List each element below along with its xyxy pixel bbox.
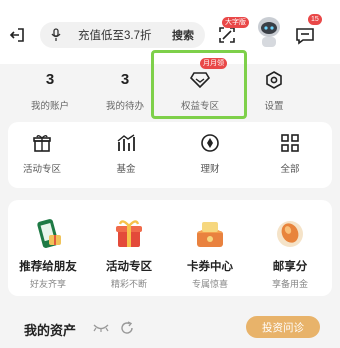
investment-button-label: 投资问诊 [262,321,304,334]
promo-recommend-friend[interactable]: 推荐给朋友 好友齐享 [10,216,86,290]
promotions-card: 推荐给朋友 好友齐享 活动专区 精彩不断 卡券中心 专属惊喜 邮享分 享备用金 [8,200,332,296]
stat-my-account[interactable]: 3 我的账户 [20,70,80,112]
stat-label: 设置 [264,101,284,112]
promo-subtitle: 好友齐享 [29,279,66,289]
promo-subtitle: 享备用金 [271,279,308,289]
stat-settings[interactable]: 设置 [244,70,304,112]
services-card: 活动专区 基金 理财 全部 [8,122,332,188]
stat-my-todo[interactable]: 3 我的待办 [95,70,155,112]
gift-icon [12,132,72,154]
stat-label: 我的待办 [105,101,144,112]
grid-icon [260,132,320,154]
service-all[interactable]: 全部 [260,132,320,175]
service-label: 基金 [116,164,136,175]
service-fund[interactable]: 基金 [96,132,156,175]
stat-value: 3 [120,71,130,88]
promo-coupon-center[interactable]: 卡券中心 专属惊喜 [172,216,248,290]
stat-label: 我的账户 [30,101,69,112]
service-label: 理财 [200,164,220,175]
service-label: 全部 [280,164,300,175]
promo-points[interactable]: 邮享分 享备用金 [252,216,328,290]
back-icon[interactable] [8,26,26,44]
settings-hexagon-icon [244,70,304,90]
promo-subtitle: 专属惊喜 [191,279,228,289]
benefits-zone-highlight [151,50,247,119]
coin-icon [180,132,240,154]
promo-title: 卡券中心 [187,261,233,273]
phone-gift-icon [10,216,86,252]
points-icon [252,216,328,252]
service-wealth[interactable]: 理财 [180,132,240,175]
promo-activity-zone[interactable]: 活动专区 精彩不断 [91,216,167,290]
gift-box-icon [91,216,167,252]
search-hint-text: 充值低至3.7折 [78,30,152,42]
robot-assistant-icon[interactable] [254,14,284,50]
promo-subtitle: 精彩不断 [110,279,147,289]
service-activity-zone[interactable]: 活动专区 [12,132,72,175]
refresh-icon[interactable] [118,319,136,337]
fund-chart-icon [96,132,156,154]
microphone-icon[interactable] [48,27,64,43]
promo-title: 邮享分 [272,261,308,273]
search-button[interactable]: 搜索 [162,24,204,46]
service-label: 活动专区 [22,164,61,175]
hide-amount-eye-icon[interactable] [92,320,110,336]
message-count-badge: 15 [308,14,322,25]
investment-diagnosis-button[interactable]: 投资问诊 [246,316,320,338]
promo-title: 推荐给朋友 [19,261,77,273]
my-assets-title: 我的资产 [24,323,77,338]
stat-value: 3 [45,71,55,88]
scan-badge: 大字版 [222,17,249,28]
coupon-box-icon [172,216,248,252]
message-icon[interactable] [294,26,316,46]
promo-title: 活动专区 [106,261,152,273]
